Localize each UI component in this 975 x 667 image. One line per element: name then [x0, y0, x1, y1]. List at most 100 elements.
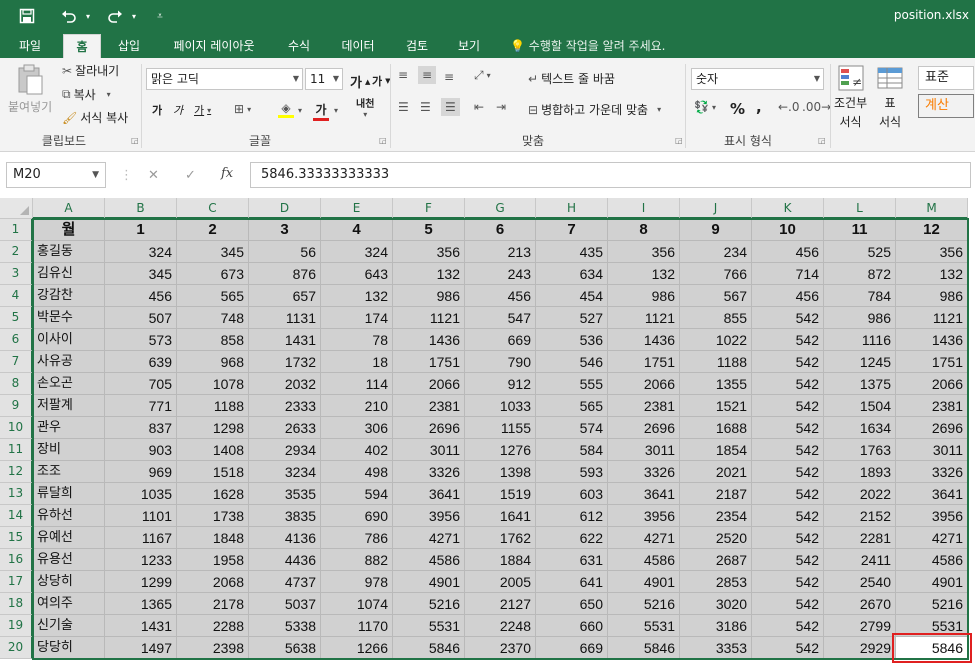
cell-e14[interactable]: 690 [321, 505, 393, 527]
cell-j6[interactable]: 1022 [680, 329, 752, 351]
cell-b2[interactable]: 324 [105, 241, 177, 263]
cell-l15[interactable]: 2281 [824, 527, 896, 549]
cell-a1[interactable]: 월 [33, 219, 105, 241]
tab-insert[interactable]: 삽입 [108, 34, 150, 58]
font-name-combo[interactable]: 맑은 고딕 ▼ [146, 68, 303, 90]
customize-icon[interactable]: ⩡ [150, 5, 170, 27]
cell-g18[interactable]: 2127 [465, 593, 536, 615]
cell-c14[interactable]: 1738 [177, 505, 249, 527]
cell-d11[interactable]: 2934 [249, 439, 321, 461]
cell-m12[interactable]: 3326 [896, 461, 968, 483]
cell-c19[interactable]: 2288 [177, 615, 249, 637]
cell-b16[interactable]: 1233 [105, 549, 177, 571]
row-header-20[interactable]: 20 [0, 637, 33, 659]
cell-m6[interactable]: 1436 [896, 329, 968, 351]
cell-d13[interactable]: 3535 [249, 483, 321, 505]
cell-g11[interactable]: 1276 [465, 439, 536, 461]
cell-e10[interactable]: 306 [321, 417, 393, 439]
cell-e3[interactable]: 643 [321, 263, 393, 285]
row-header-15[interactable]: 15 [0, 527, 33, 549]
style-normal[interactable]: 표준 [918, 66, 974, 90]
format-painter-button[interactable]: 🖌 서식 복사 [62, 109, 128, 126]
cell-l4[interactable]: 784 [824, 285, 896, 307]
cell-d3[interactable]: 876 [249, 263, 321, 285]
row-header-19[interactable]: 19 [0, 615, 33, 637]
cell-j1[interactable]: 9 [680, 219, 752, 241]
cell-j17[interactable]: 2853 [680, 571, 752, 593]
cell-k2[interactable]: 456 [752, 241, 824, 263]
cell-h2[interactable]: 435 [536, 241, 608, 263]
cell-h3[interactable]: 634 [536, 263, 608, 285]
cell-b5[interactable]: 507 [105, 307, 177, 329]
cell-f6[interactable]: 1436 [393, 329, 465, 351]
tell-me-box[interactable]: 💡 수행할 작업을 알려 주세요. [510, 34, 665, 58]
cancel-icon[interactable]: ✕ [148, 168, 159, 183]
cell-k11[interactable]: 542 [752, 439, 824, 461]
cell-j15[interactable]: 2520 [680, 527, 752, 549]
cell-g8[interactable]: 912 [465, 373, 536, 395]
cell-g16[interactable]: 1884 [465, 549, 536, 571]
cell-i14[interactable]: 3956 [608, 505, 680, 527]
accounting-format-button[interactable]: 💱 ▾ [694, 100, 716, 114]
cell-e11[interactable]: 402 [321, 439, 393, 461]
row-header-6[interactable]: 6 [0, 329, 33, 351]
cell-c3[interactable]: 673 [177, 263, 249, 285]
tab-page-layout[interactable]: 페이지 레이아웃 [160, 34, 268, 58]
cell-b10[interactable]: 837 [105, 417, 177, 439]
cell-b15[interactable]: 1167 [105, 527, 177, 549]
cell-c8[interactable]: 1078 [177, 373, 249, 395]
bold-button[interactable]: 가 [152, 102, 162, 118]
cell-d18[interactable]: 5037 [249, 593, 321, 615]
cell-l8[interactable]: 1375 [824, 373, 896, 395]
cell-a17[interactable]: 상당히 [33, 571, 105, 593]
cell-a9[interactable]: 저팔계 [33, 395, 105, 417]
row-header-5[interactable]: 5 [0, 307, 33, 329]
cell-i7[interactable]: 1751 [608, 351, 680, 373]
cell-i13[interactable]: 3641 [608, 483, 680, 505]
cell-d19[interactable]: 5338 [249, 615, 321, 637]
column-header-a[interactable]: A [33, 198, 105, 219]
alignment-launcher-icon[interactable]: ◲ [675, 136, 683, 145]
cell-g13[interactable]: 1519 [465, 483, 536, 505]
cell-l14[interactable]: 2152 [824, 505, 896, 527]
cell-k16[interactable]: 542 [752, 549, 824, 571]
cell-c11[interactable]: 1408 [177, 439, 249, 461]
cell-d5[interactable]: 1131 [249, 307, 321, 329]
row-header-3[interactable]: 3 [0, 263, 33, 285]
cell-b1[interactable]: 1 [105, 219, 177, 241]
cell-d4[interactable]: 657 [249, 285, 321, 307]
cell-f20[interactable]: 5846 [393, 637, 465, 659]
cell-l17[interactable]: 2540 [824, 571, 896, 593]
cell-e5[interactable]: 174 [321, 307, 393, 329]
cell-k15[interactable]: 542 [752, 527, 824, 549]
cell-b12[interactable]: 969 [105, 461, 177, 483]
font-launcher-icon[interactable]: ◲ [379, 136, 387, 145]
cell-j18[interactable]: 3020 [680, 593, 752, 615]
cell-f15[interactable]: 4271 [393, 527, 465, 549]
number-format-combo[interactable]: 숫자 ▼ [691, 68, 824, 90]
column-header-f[interactable]: F [393, 198, 465, 219]
cell-e17[interactable]: 978 [321, 571, 393, 593]
cell-c18[interactable]: 2178 [177, 593, 249, 615]
tab-formulas[interactable]: 수식 [278, 34, 320, 58]
cell-d9[interactable]: 2333 [249, 395, 321, 417]
row-header-16[interactable]: 16 [0, 549, 33, 571]
cell-f11[interactable]: 3011 [393, 439, 465, 461]
cell-a10[interactable]: 관우 [33, 417, 105, 439]
cell-g3[interactable]: 243 [465, 263, 536, 285]
column-header-j[interactable]: J [680, 198, 752, 219]
cell-c20[interactable]: 2398 [177, 637, 249, 659]
cell-i1[interactable]: 8 [608, 219, 680, 241]
cell-i5[interactable]: 1121 [608, 307, 680, 329]
cell-j19[interactable]: 3186 [680, 615, 752, 637]
cell-l18[interactable]: 2670 [824, 593, 896, 615]
cell-i12[interactable]: 3326 [608, 461, 680, 483]
fill-color-dropdown[interactable]: ▾ [298, 106, 302, 115]
cell-l6[interactable]: 1116 [824, 329, 896, 351]
row-header-1[interactable]: 1 [0, 219, 33, 241]
cell-i20[interactable]: 5846 [608, 637, 680, 659]
cell-d16[interactable]: 4436 [249, 549, 321, 571]
cell-b8[interactable]: 705 [105, 373, 177, 395]
cell-k6[interactable]: 542 [752, 329, 824, 351]
enter-icon[interactable]: ✓ [185, 168, 196, 183]
